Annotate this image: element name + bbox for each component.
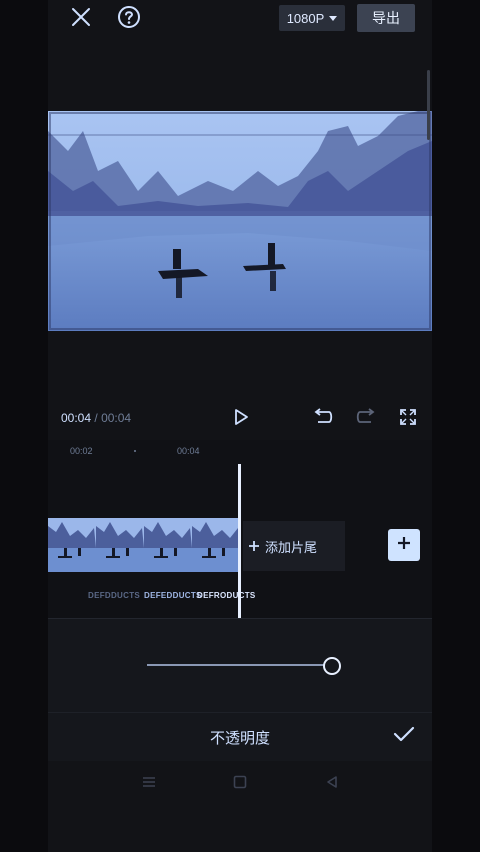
fullscreen-button[interactable] <box>391 402 425 436</box>
ruler-dot <box>134 450 136 452</box>
confirm-check-icon <box>393 725 415 748</box>
nav-menu-button[interactable] <box>140 775 158 793</box>
nav-menu-icon <box>142 775 156 793</box>
time-separator: / <box>94 411 98 425</box>
add-clip-button[interactable] <box>388 529 420 561</box>
play-icon <box>232 408 250 431</box>
nav-home-icon <box>233 775 247 794</box>
undo-button[interactable] <box>306 402 340 436</box>
nav-back-button[interactable] <box>323 775 341 793</box>
redo-icon <box>356 407 376 431</box>
video-preview[interactable] <box>48 111 432 331</box>
redo-button[interactable] <box>349 402 383 436</box>
playhead[interactable] <box>238 464 241 618</box>
close-icon <box>70 6 92 33</box>
nav-home-button[interactable] <box>231 775 249 793</box>
opacity-slider-knob[interactable] <box>323 657 341 675</box>
time-display: 00:04 / 00:04 <box>61 411 131 425</box>
add-ending-button[interactable]: 添加片尾 <box>243 521 345 571</box>
panel-title: 不透明度 <box>209 730 270 747</box>
clip-caption: DEFEDDUCTS <box>144 591 202 600</box>
help-icon <box>117 5 141 34</box>
clip-caption: DEFDDUCTS <box>88 591 141 600</box>
export-button[interactable]: 导出 <box>357 4 415 32</box>
current-time: 00:04 <box>61 411 92 425</box>
caret-down-icon <box>329 15 338 21</box>
play-button[interactable] <box>224 402 258 436</box>
clip-thumbnails <box>48 518 240 572</box>
close-button[interactable] <box>64 2 98 36</box>
ruler-label: 00:02 <box>70 446 93 456</box>
nav-back-icon <box>326 775 338 794</box>
add-ending-label: 添加片尾 <box>265 539 318 555</box>
plus-icon <box>249 539 259 554</box>
preview-scrollbar[interactable] <box>427 70 430 140</box>
resolution-dropdown[interactable]: 1080P <box>279 5 345 31</box>
undo-icon <box>313 407 333 431</box>
clip-caption: DEFRODUCTS <box>197 591 256 600</box>
video-clip[interactable] <box>48 518 240 572</box>
fullscreen-icon <box>399 408 417 431</box>
add-clip-icon <box>397 536 411 555</box>
help-button[interactable] <box>112 2 146 36</box>
panel-divider <box>48 712 432 713</box>
confirm-button[interactable] <box>387 719 421 753</box>
ruler-label: 00:04 <box>177 446 200 456</box>
total-time: 00:04 <box>101 411 132 425</box>
resolution-value: 1080P <box>286 10 325 26</box>
preview-image <box>48 111 432 331</box>
opacity-slider-track[interactable] <box>147 664 331 666</box>
